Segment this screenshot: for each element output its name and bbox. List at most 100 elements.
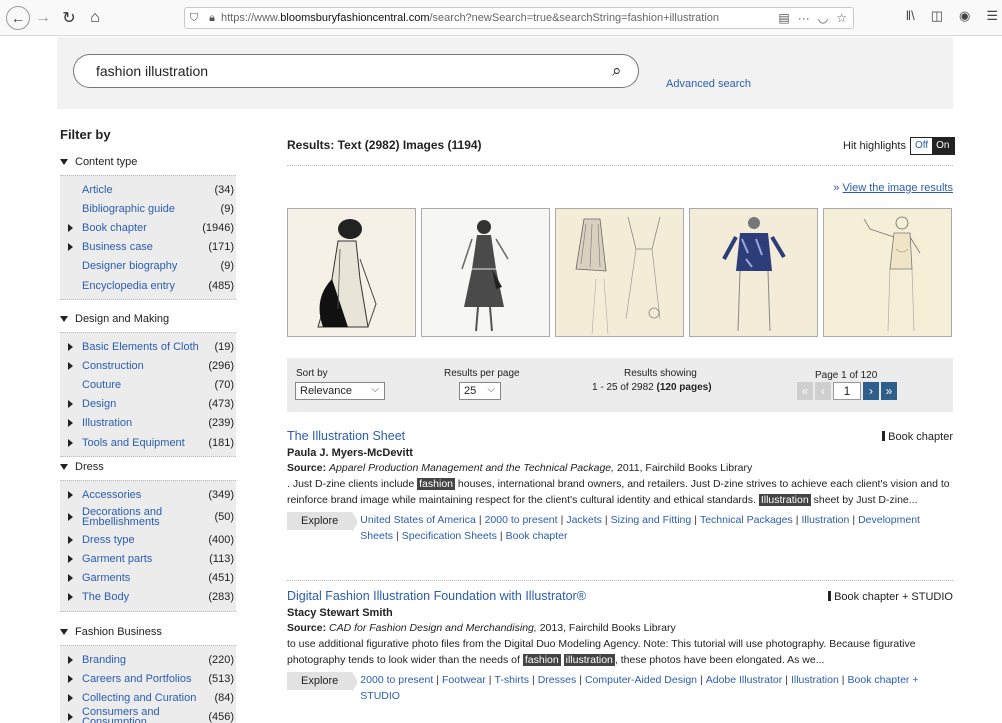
thumbnail-fashion-sketch-5[interactable]	[823, 208, 952, 337]
facet-item[interactable]: Garment parts (113)	[60, 549, 236, 568]
expand-arrow-icon[interactable]	[68, 361, 73, 370]
facet-item-label[interactable]: Couture	[82, 379, 214, 390]
subject-tag-link[interactable]: Jackets	[566, 514, 602, 526]
facet-item[interactable]: The Body (283)	[60, 588, 236, 607]
facet-item[interactable]: Collecting and Curation (84)	[60, 688, 236, 707]
search-input[interactable]: fashion illustration	[73, 54, 639, 88]
facet-item[interactable]: Book chapter (1946)	[60, 218, 236, 237]
thumbnail-fashion-sketch-1[interactable]	[287, 208, 416, 337]
shield-icon[interactable]: ⛉	[185, 12, 203, 25]
facet-item[interactable]: Accessories (349)	[60, 485, 236, 504]
search-icon[interactable]: ⌕	[612, 61, 622, 81]
sidebar-toggle-icon[interactable]: ◫	[931, 8, 943, 24]
facet-item[interactable]: Basic Elements of Cloth (19)	[60, 337, 236, 356]
subject-tag-link[interactable]: Technical Packages	[700, 514, 793, 526]
subject-tag-link[interactable]: Adobe Illustrator	[706, 674, 782, 686]
facet-item[interactable]: Tools and Equipment (181)	[60, 433, 236, 452]
expand-arrow-icon[interactable]	[68, 693, 73, 702]
hit-off-button[interactable]: Off	[911, 138, 933, 154]
pocket-icon[interactable]: ◡	[818, 11, 828, 25]
expand-arrow-icon[interactable]	[68, 243, 73, 252]
sort-by-select[interactable]: Relevance ⌵	[295, 382, 385, 400]
facet-item-label[interactable]: The Body	[82, 592, 208, 603]
advanced-search-link[interactable]: Advanced search	[666, 78, 751, 90]
reader-view-icon[interactable]: ▤	[778, 11, 789, 25]
subject-tag-link[interactable]: Illustration	[801, 514, 849, 526]
account-icon[interactable]: ◉	[959, 8, 970, 24]
explore-button[interactable]: Explore	[287, 512, 359, 532]
facet-item-label[interactable]: Article	[82, 184, 214, 195]
facet-heading[interactable]: Dress	[60, 457, 236, 477]
facet-item-label[interactable]: Collecting and Curation	[82, 692, 214, 703]
facet-item[interactable]: Construction (296)	[60, 356, 236, 375]
facet-item-label[interactable]: Business case	[82, 242, 208, 253]
url-bar[interactable]: ⛉ 🔒︎ https://www.bloomsburyfashioncentra…	[184, 7, 854, 29]
thumbnail-fashion-sketch-2[interactable]	[421, 208, 550, 337]
last-page-button[interactable]: »	[881, 382, 897, 400]
url-text[interactable]: https://www.bloomsburyfashioncentral.com…	[221, 12, 778, 24]
expand-arrow-icon[interactable]	[68, 342, 73, 351]
subject-tag-link[interactable]: T-shirts	[495, 674, 529, 686]
subject-tag-link[interactable]: Specification Sheets	[402, 530, 497, 542]
facet-item-label[interactable]: Basic Elements of Cloth	[82, 341, 214, 352]
expand-arrow-icon[interactable]	[68, 655, 73, 664]
facet-item-label[interactable]: Careers and Portfolios	[82, 673, 208, 684]
facet-item[interactable]: Garments (451)	[60, 569, 236, 588]
expand-arrow-icon[interactable]	[68, 713, 73, 722]
result-title-link[interactable]: The Illustration Sheet	[287, 429, 405, 443]
library-icon[interactable]: ‖\	[906, 8, 915, 24]
facet-item-label[interactable]: Consumers and Consumption	[82, 707, 208, 723]
facet-item-label[interactable]: Dress type	[82, 534, 208, 545]
facet-item[interactable]: Couture (70)	[60, 375, 236, 394]
facet-item-label[interactable]: Encyclopedia entry	[82, 280, 208, 291]
view-image-results-link[interactable]: View the image results	[843, 182, 953, 194]
facet-item-label[interactable]: Illustration	[82, 418, 208, 429]
expand-arrow-icon[interactable]	[68, 419, 73, 428]
subject-tag-link[interactable]: Footwear	[442, 674, 486, 686]
facet-item-label[interactable]: Book chapter	[82, 222, 202, 233]
facet-item-label[interactable]: Design	[82, 399, 208, 410]
subject-tag-link[interactable]: Illustration	[791, 674, 839, 686]
hit-highlights-toggle[interactable]: Off On	[910, 137, 955, 155]
subject-tag-link[interactable]: 2000 to present	[485, 514, 558, 526]
expand-arrow-icon[interactable]	[68, 535, 73, 544]
facet-item[interactable]: Design (473)	[60, 395, 236, 414]
expand-arrow-icon[interactable]	[68, 554, 73, 563]
result-title-link[interactable]: Digital Fashion Illustration Foundation …	[287, 589, 586, 603]
facet-item-label[interactable]: Decorations and Embellishments	[82, 507, 214, 528]
subject-tag-link[interactable]: United States of America	[360, 514, 476, 526]
next-page-button[interactable]: ›	[863, 382, 879, 400]
facet-heading[interactable]: Design and Making	[60, 309, 236, 329]
facet-item[interactable]: Consumers and Consumption (456)	[60, 707, 236, 723]
facet-item[interactable]: Article (34)	[60, 180, 236, 199]
subject-tag-link[interactable]: Computer-Aided Design	[585, 674, 697, 686]
facet-item[interactable]: Decorations and Embellishments (50)	[60, 504, 236, 530]
facet-heading[interactable]: Content type	[60, 152, 236, 172]
menu-icon[interactable]: ☰	[986, 8, 998, 24]
expand-arrow-icon[interactable]	[68, 400, 73, 409]
facet-item-label[interactable]: Bibliographic guide	[82, 203, 221, 214]
expand-arrow-icon[interactable]	[68, 674, 73, 683]
page-number-input[interactable]: 1	[833, 382, 861, 400]
subject-tag-link[interactable]: Book chapter	[506, 530, 568, 542]
bookmark-star-icon[interactable]: ☆	[836, 11, 847, 25]
expand-arrow-icon[interactable]	[68, 223, 73, 232]
facet-item-label[interactable]: Construction	[82, 360, 208, 371]
expand-arrow-icon[interactable]	[68, 593, 73, 602]
expand-arrow-icon[interactable]	[68, 513, 73, 522]
subject-tag-link[interactable]: Sizing and Fitting	[611, 514, 692, 526]
home-icon[interactable]: ⌂	[82, 5, 108, 31]
expand-arrow-icon[interactable]	[68, 490, 73, 499]
facet-item-label[interactable]: Garments	[82, 573, 208, 584]
facet-item[interactable]: Business case (171)	[60, 238, 236, 257]
facet-item-label[interactable]: Tools and Equipment	[82, 437, 208, 448]
expand-arrow-icon[interactable]	[68, 438, 73, 447]
hit-on-button[interactable]: On	[932, 138, 954, 154]
facet-item[interactable]: Dress type (400)	[60, 530, 236, 549]
facet-item[interactable]: Illustration (239)	[60, 414, 236, 433]
lock-icon[interactable]: 🔒︎	[203, 12, 221, 25]
expand-arrow-icon[interactable]	[68, 574, 73, 583]
facet-item-label[interactable]: Accessories	[82, 489, 208, 500]
forward-arrow-icon[interactable]: →	[30, 5, 56, 31]
back-arrow-icon[interactable]: ←	[6, 5, 30, 30]
